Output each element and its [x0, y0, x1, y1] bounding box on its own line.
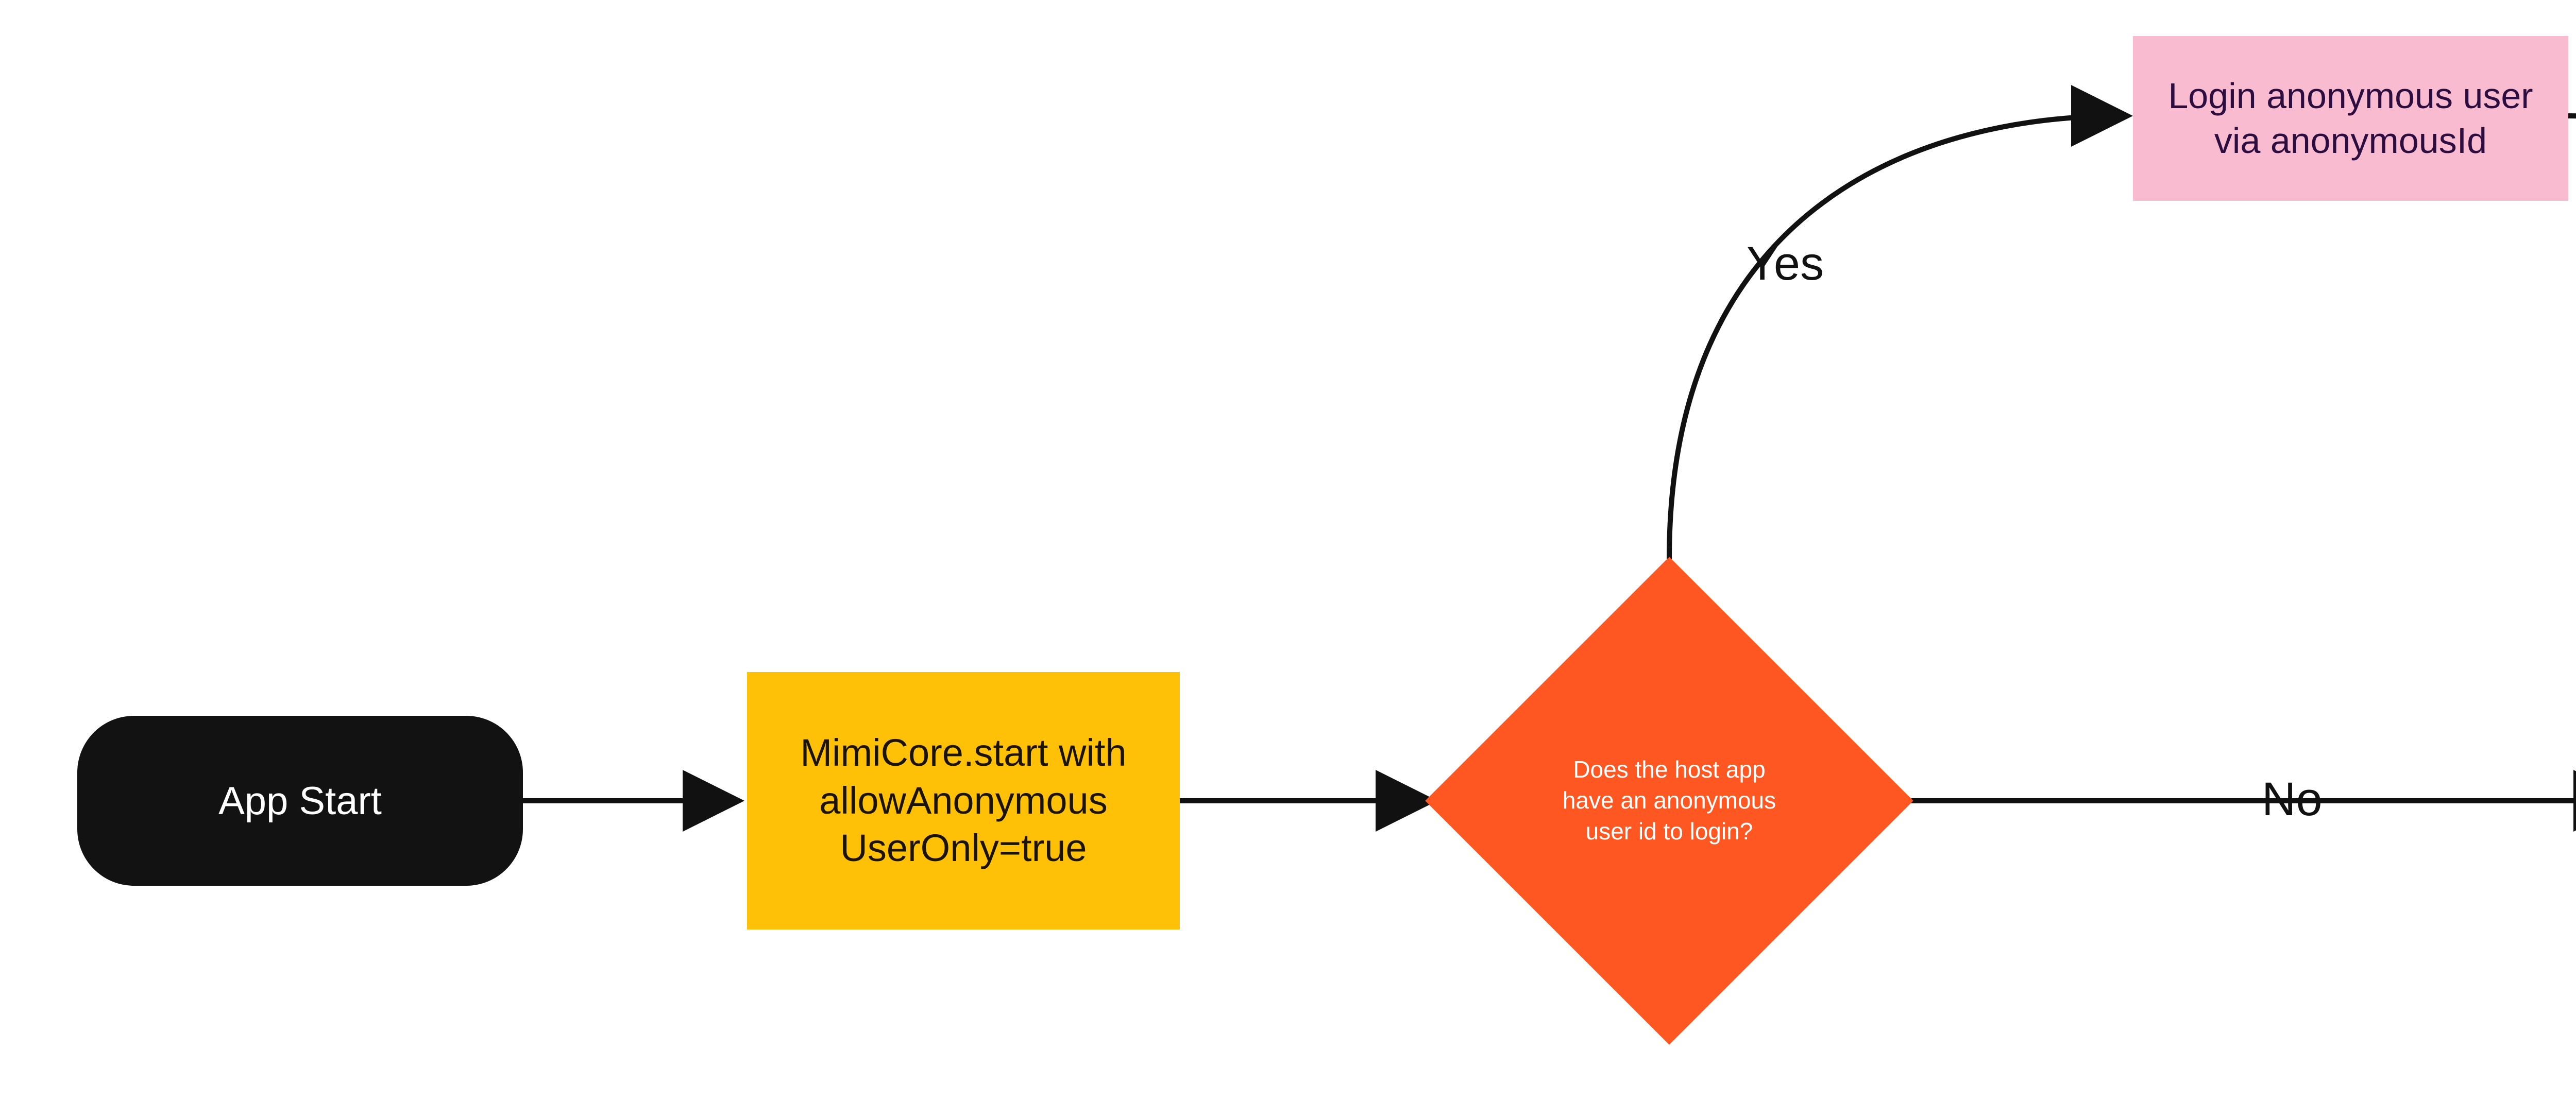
node-login-anon: Login anonymous user via anonymousId: [2133, 36, 2568, 201]
node-mimicore-start-label: MimiCore.start with allowAnonymous UserO…: [773, 729, 1154, 872]
node-decision-label: Does the host app have an anonymous user…: [1497, 628, 1842, 973]
flowchart-canvas: App Start MimiCore.start with allowAnony…: [0, 0, 2576, 1101]
node-app-start-label: App Start: [218, 777, 382, 825]
edge-label-no: No: [2262, 772, 2323, 827]
edge-login-to-observe: [2568, 116, 2576, 680]
edge-label-yes: Yes: [1747, 237, 1824, 291]
node-login-anon-label: Login anonymous user via anonymousId: [2159, 74, 2543, 164]
node-app-start: App Start: [77, 716, 523, 886]
edge-decision-yes: [1669, 116, 2123, 559]
node-decision: Does the host app have an anonymous user…: [1497, 628, 1842, 973]
node-mimicore-start: MimiCore.start with allowAnonymous UserO…: [747, 672, 1180, 930]
